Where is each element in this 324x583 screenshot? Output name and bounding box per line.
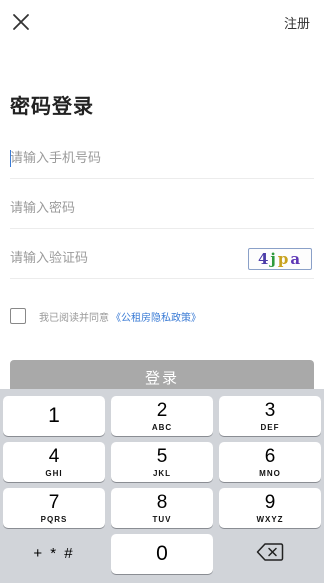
key-0[interactable]: 0 <box>111 534 213 574</box>
key-digit: 4 <box>48 446 60 467</box>
key-digit: 2 <box>156 400 168 421</box>
captcha-field: 4jpa <box>10 239 314 279</box>
key-digit: 6 <box>264 446 276 467</box>
key-letters: WXYZ <box>256 515 284 524</box>
captcha-char: p <box>277 250 291 268</box>
key-2[interactable]: 2 ABC <box>111 396 213 436</box>
password-input[interactable] <box>10 189 230 227</box>
key-9[interactable]: 9 WXYZ <box>219 488 321 528</box>
key-digit: 1 <box>48 404 60 427</box>
key-digit: 9 <box>264 492 276 513</box>
key-6[interactable]: 6 MNO <box>219 442 321 482</box>
key-4[interactable]: 4 GHI <box>3 442 105 482</box>
key-digit: 8 <box>156 492 168 513</box>
key-symbols[interactable]: + * # <box>3 534 105 574</box>
key-3[interactable]: 3 DEF <box>219 396 321 436</box>
phone-input[interactable] <box>10 139 230 177</box>
agreement-checkbox[interactable] <box>10 308 26 324</box>
key-backspace[interactable] <box>219 534 321 574</box>
key-digit: 5 <box>156 446 168 467</box>
captcha-char: a <box>290 250 303 268</box>
key-letters: MNO <box>259 469 281 478</box>
key-8[interactable]: 8 TUV <box>111 488 213 528</box>
captcha-char: j <box>270 250 278 268</box>
top-bar: 注册 <box>0 0 324 44</box>
key-letters: PQRS <box>40 515 68 524</box>
text-caret <box>10 150 11 167</box>
key-symbols-label: + * # <box>33 545 75 562</box>
page-title: 密码登录 <box>10 94 94 118</box>
key-letters: TUV <box>152 515 172 524</box>
close-icon[interactable] <box>10 11 32 33</box>
password-field <box>10 189 314 229</box>
key-letters: DEF <box>260 423 280 432</box>
agreement-row: 我已阅读并同意 《公租房隐私政策》 <box>10 307 201 325</box>
backspace-icon <box>256 542 284 566</box>
key-letters: JKL <box>152 469 172 478</box>
key-1[interactable]: 1 <box>3 396 105 436</box>
key-digit: 7 <box>48 492 60 513</box>
captcha-char: 4 <box>257 250 271 268</box>
privacy-policy-link[interactable]: 《公租房隐私政策》 <box>111 309 201 324</box>
key-digit: 0 <box>156 542 168 565</box>
numeric-keypad: 1 2 ABC 3 DEF 4 GHI 5 JKL 6 MNO 7 PQRS 8 TUV 9 W… <box>0 389 324 583</box>
key-digit: 3 <box>264 400 276 421</box>
register-link[interactable]: 注册 <box>284 13 310 32</box>
key-letters: ABC <box>151 423 173 432</box>
key-letters: GHI <box>45 469 63 478</box>
agreement-text: 我已阅读并同意 <box>39 312 109 324</box>
phone-field <box>10 139 314 179</box>
key-7[interactable]: 7 PQRS <box>3 488 105 528</box>
key-5[interactable]: 5 JKL <box>111 442 213 482</box>
captcha-input[interactable] <box>10 239 230 277</box>
captcha-image[interactable]: 4jpa <box>248 248 312 270</box>
